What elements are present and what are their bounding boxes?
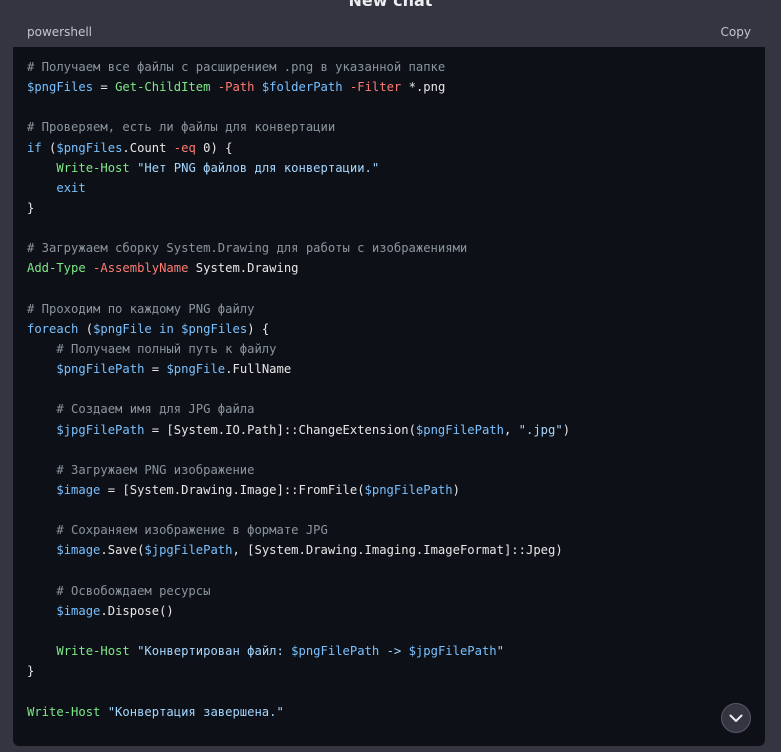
code-line: # Загружаем PNG изображение (56, 462, 255, 477)
code-line: ​ (27, 218, 751, 238)
code-line: $pngFilePath = $pngFile.FullName (56, 362, 292, 377)
code-line: # Проходим по каждому PNG файлу (27, 301, 255, 316)
code-line: $pngFiles = Get-ChildItem -Path $folderP… (27, 80, 446, 95)
code-language-label: powershell (27, 24, 92, 39)
code-line: $image.Save($jpgFilePath, [System.Drawin… (56, 543, 563, 558)
code-line: # Сохраняем изображение в формате JPG (56, 523, 328, 538)
code-line: # Получаем все файлы с расширением .png … (27, 60, 446, 74)
code-line: Add-Type -AssemblyName System.Drawing (27, 261, 299, 276)
code-line: ​ (27, 279, 751, 299)
code-line: if ($pngFiles.Count -eq 0) { (27, 140, 233, 155)
code-line: Write-Host "Конвертирован файл: $pngFile… (56, 644, 504, 659)
code-line: # Получаем полный путь к файлу (56, 341, 277, 356)
code-line: # Проверяем, есть ли файлы для конвертац… (27, 120, 336, 135)
code-line: $image.Dispose() (56, 603, 174, 618)
code-line: $image = [System.Drawing.Image]::FromFil… (56, 482, 460, 497)
code-block-header: powershell Copy (13, 16, 765, 47)
code-line: ​ (27, 440, 751, 460)
code-line: $jpgFilePath = [System.IO.Path]::ChangeE… (56, 422, 571, 437)
code-line: ​ (27, 681, 751, 701)
code-line: ​ (27, 561, 751, 581)
code-body: # Получаем все файлы с расширением .png … (13, 47, 765, 722)
code-line: # Освобождаем ресурсы (56, 583, 211, 598)
code-block: powershell Copy # Получаем все файлы с р… (13, 16, 765, 746)
scroll-to-bottom-button[interactable] (721, 703, 751, 733)
code-line: } (27, 200, 35, 215)
chat-title: New chat (348, 0, 433, 10)
code-line: # Создаем имя для JPG файла (56, 402, 255, 417)
chevron-down-icon (729, 714, 743, 722)
code-line: } (27, 664, 35, 679)
code-line: exit (56, 180, 86, 195)
code-line: Write-Host "Конвертация завершена." (27, 704, 284, 719)
copy-code-button[interactable]: Copy (721, 25, 751, 39)
code-line: # Загружаем сборку System.Drawing для ра… (27, 241, 468, 256)
code-line: foreach ($pngFile in $pngFiles) { (27, 321, 270, 336)
code-line: ​ (27, 97, 751, 117)
code-line: Write-Host "Нет PNG файлов для конвертац… (56, 160, 380, 175)
code-line: ​ (27, 500, 751, 520)
code-line: ​ (27, 379, 751, 399)
code-line: ​ (27, 621, 751, 641)
